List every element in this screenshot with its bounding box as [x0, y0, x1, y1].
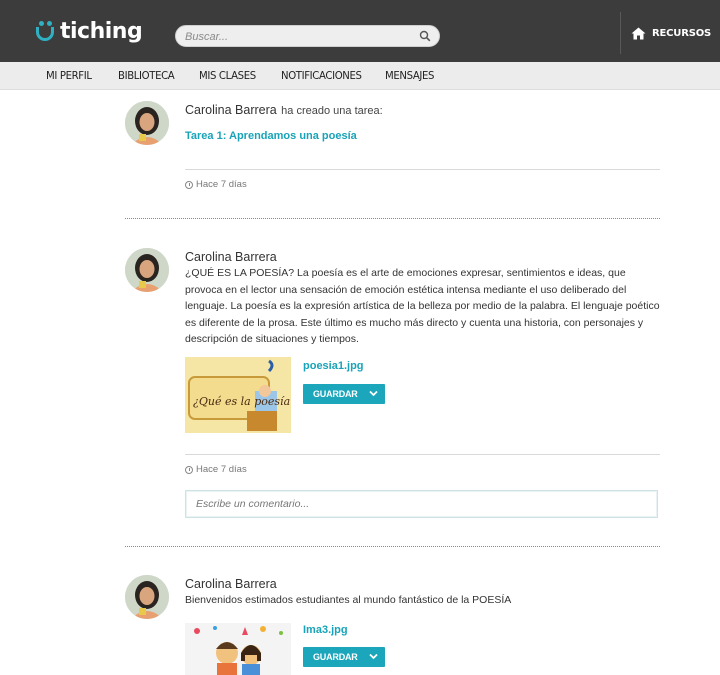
post-action-text: ha creado una tarea: — [281, 105, 383, 117]
nav-biblioteca[interactable]: BIBLIOTECA — [118, 69, 175, 82]
main-nav: MI PERFIL BIBLIOTECA MIS CLASES NOTIFICA… — [0, 62, 720, 90]
post-body: Bienvenidos estimados estudiantes al mun… — [185, 594, 512, 606]
feed-post-welcome: Carolina Barrera Bienvenidos estimados e… — [125, 575, 665, 675]
nav-mensajes[interactable]: MENSAJES — [385, 69, 434, 82]
clock-icon — [185, 180, 193, 189]
attachment-filename[interactable]: poesia1.jpg — [303, 360, 364, 372]
guardar-label: GUARDAR — [313, 652, 358, 662]
avatar[interactable] — [125, 248, 169, 292]
attachment-thumbnail[interactable] — [185, 623, 291, 675]
avatar[interactable] — [125, 575, 169, 619]
chevron-down-icon — [369, 653, 378, 660]
clock-icon — [185, 465, 193, 474]
nav-mis-clases[interactable]: MIS CLASES — [199, 69, 256, 82]
search-input[interactable] — [185, 28, 410, 45]
post-timestamp: Hace 7 días — [185, 464, 247, 475]
feed-post-task: Carolina Barrera ha creado una tarea: Ta… — [125, 101, 665, 201]
post-timestamp: Hace 7 días — [185, 179, 247, 190]
chevron-down-icon — [369, 390, 378, 397]
comment-field[interactable] — [185, 490, 658, 518]
recursos-label: RECURSOS — [652, 27, 711, 39]
post-divider — [185, 454, 660, 455]
poesia-thumbnail-image: ¿Qué es la poesía? — [185, 357, 291, 433]
guardar-button[interactable]: GUARDAR — [303, 647, 385, 667]
attachment-thumbnail[interactable]: ¿Qué es la poesía? — [185, 357, 291, 433]
author-name[interactable]: Carolina Barrera — [185, 577, 660, 591]
logo-text: tiching — [60, 18, 143, 44]
task-link[interactable]: Tarea 1: Aprendamos una poesía — [185, 130, 660, 142]
post-separator — [125, 218, 660, 219]
timestamp-text: Hace 7 días — [196, 464, 247, 475]
home-icon — [631, 27, 646, 39]
recursos-button[interactable]: RECURSOS — [620, 12, 720, 54]
top-bar: tiching RECURSOS — [0, 0, 720, 62]
guardar-label: GUARDAR — [313, 389, 358, 399]
tiching-logo[interactable]: tiching — [34, 16, 143, 46]
post-divider — [185, 169, 660, 170]
nav-notificaciones[interactable]: NOTIFICACIONES — [281, 69, 362, 82]
avatar-photo — [125, 248, 169, 292]
nav-mi-perfil[interactable]: MI PERFIL — [46, 69, 92, 82]
post-separator — [125, 546, 660, 547]
avatar-photo — [125, 101, 169, 145]
thumbnail-caption: ¿Qué es la poesía? — [193, 395, 291, 408]
avatar[interactable] — [125, 101, 169, 145]
guardar-button[interactable]: GUARDAR — [303, 384, 385, 404]
post-body: ¿QUÉ ES LA POESÍA? La poesía es el arte … — [185, 267, 660, 346]
timestamp-text: Hace 7 días — [196, 179, 247, 190]
welcome-thumbnail-image — [185, 623, 291, 675]
comment-input[interactable] — [186, 491, 657, 517]
feed-post-text: Carolina Barrera ¿QUÉ ES LA POESÍA? La p… — [125, 248, 665, 523]
author-name[interactable]: Carolina Barrera — [185, 250, 660, 264]
search-bar[interactable] — [175, 25, 440, 47]
search-icon[interactable] — [419, 30, 431, 42]
logo-smile-icon — [34, 19, 56, 43]
avatar-photo — [125, 575, 169, 619]
author-name[interactable]: Carolina Barrera — [185, 103, 277, 117]
attachment-filename[interactable]: Ima3.jpg — [303, 624, 348, 636]
